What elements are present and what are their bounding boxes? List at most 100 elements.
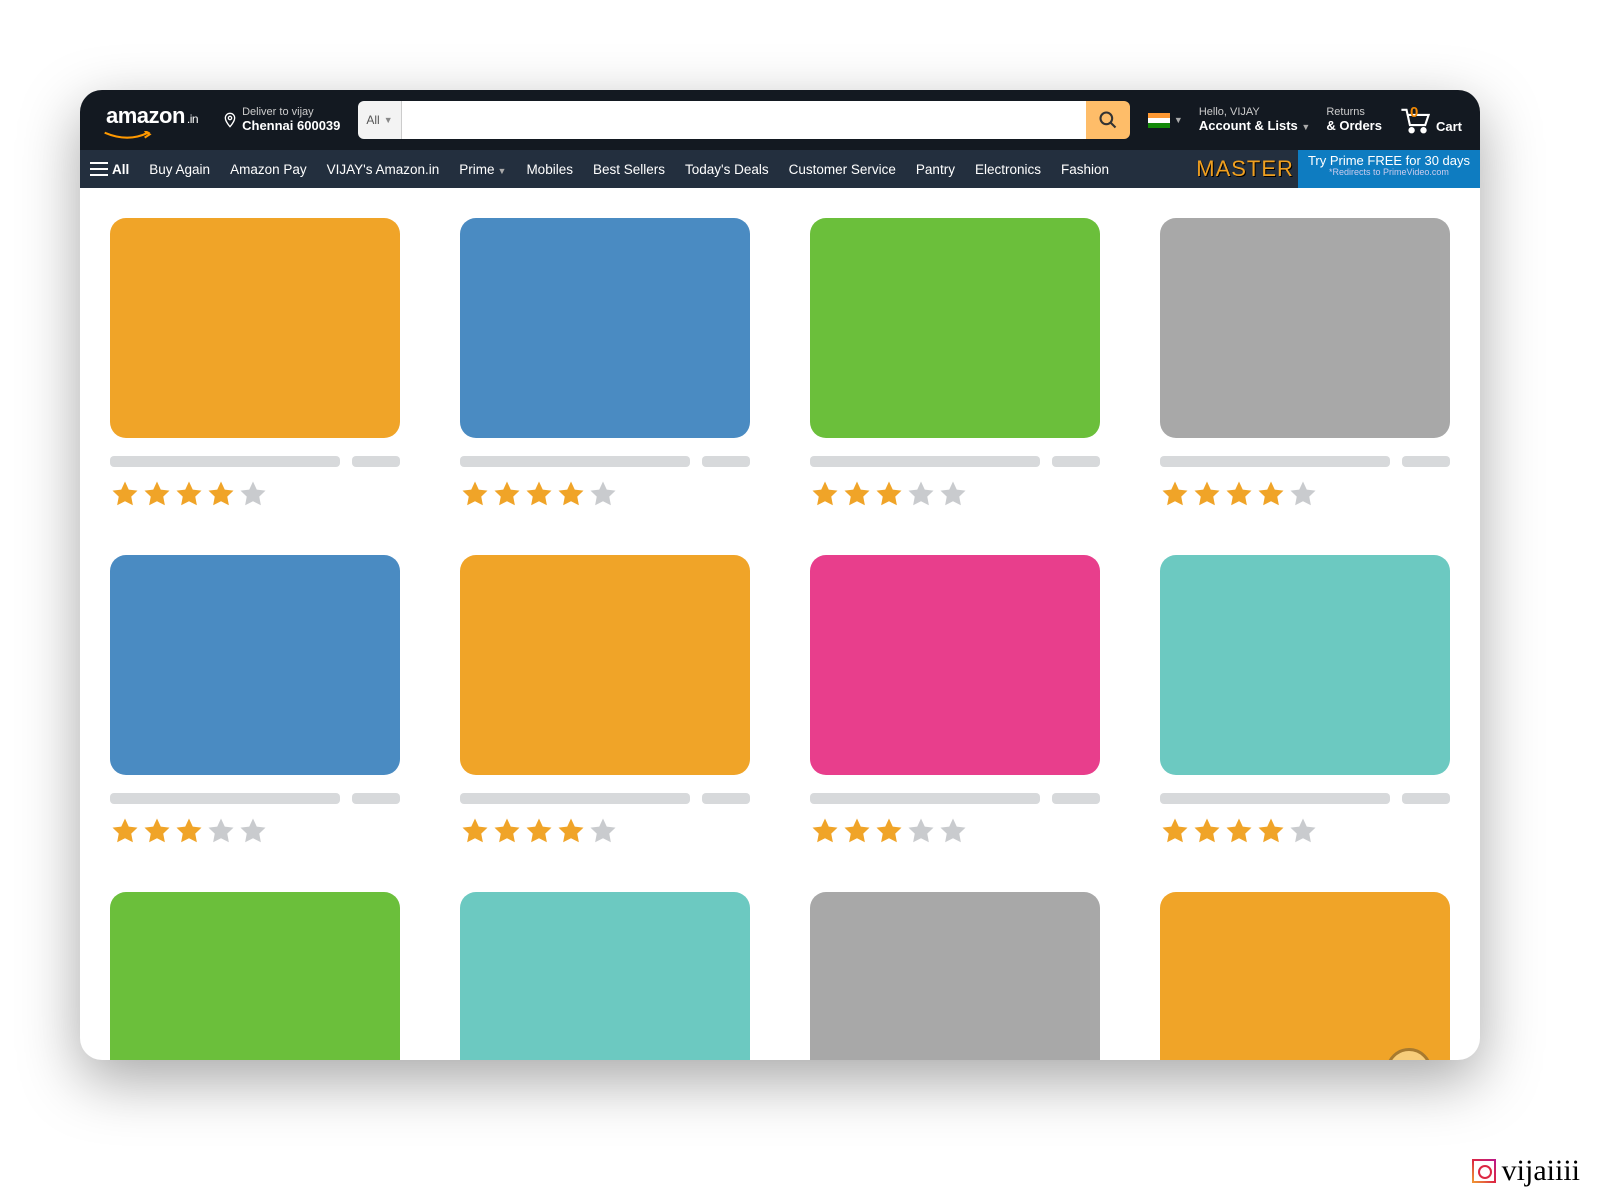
fab-button[interactable] xyxy=(1386,1048,1432,1060)
nav-item-pantry[interactable]: Pantry xyxy=(906,162,965,177)
star-icon xyxy=(588,479,618,509)
promo-master[interactable]: MASTER xyxy=(1196,156,1298,182)
returns-orders[interactable]: Returns & Orders xyxy=(1318,102,1390,138)
account-link-label: Account & Lists ▼ xyxy=(1199,119,1311,134)
chevron-down-icon: ▼ xyxy=(1174,115,1183,125)
nav-item-best-sellers[interactable]: Best Sellers xyxy=(583,162,675,177)
prime-banner[interactable]: Try Prime FREE for 30 days *Redirects to… xyxy=(1298,150,1480,188)
hamburger-icon xyxy=(90,162,108,176)
star-icon xyxy=(460,479,490,509)
cart-count: 0 xyxy=(1410,104,1418,121)
nav-all-label: All xyxy=(112,162,129,177)
product-thumbnail[interactable] xyxy=(110,555,400,775)
product-thumbnail[interactable] xyxy=(810,892,1100,1060)
skeleton-text xyxy=(460,793,750,804)
star-icon xyxy=(492,816,522,846)
nav-item-amazon-pay[interactable]: Amazon Pay xyxy=(220,162,317,177)
star-icon xyxy=(1256,816,1286,846)
product-thumbnail[interactable] xyxy=(460,218,750,438)
deliver-to[interactable]: Deliver to vijay Chennai 600039 xyxy=(214,102,348,138)
star-icon xyxy=(906,816,936,846)
rating-stars xyxy=(1160,816,1450,846)
product-card[interactable] xyxy=(110,892,400,1060)
nav-item-electronics[interactable]: Electronics xyxy=(965,162,1051,177)
product-thumbnail[interactable] xyxy=(810,555,1100,775)
skeleton-text xyxy=(460,456,750,467)
star-icon xyxy=(238,479,268,509)
star-icon xyxy=(110,479,140,509)
star-icon xyxy=(174,479,204,509)
nav-item-customer-service[interactable]: Customer Service xyxy=(779,162,906,177)
logo-text: amazon xyxy=(106,103,185,129)
logo-smile-icon xyxy=(98,131,158,141)
star-icon xyxy=(1224,816,1254,846)
location-pin-icon xyxy=(222,112,238,128)
nav-item-mobiles[interactable]: Mobiles xyxy=(516,162,583,177)
star-icon xyxy=(460,816,490,846)
watermark: vijaiiii xyxy=(1472,1154,1580,1188)
star-icon xyxy=(1288,816,1318,846)
search-category-dropdown[interactable]: All ▼ xyxy=(358,101,401,139)
product-card[interactable] xyxy=(1160,218,1450,509)
search-input[interactable] xyxy=(402,101,1086,139)
logo[interactable]: amazon .in xyxy=(90,95,214,145)
product-card[interactable] xyxy=(460,218,750,509)
product-card[interactable] xyxy=(110,218,400,509)
nav-item-buy-again[interactable]: Buy Again xyxy=(139,162,220,177)
product-thumbnail[interactable] xyxy=(810,218,1100,438)
nav-item-fashion[interactable]: Fashion xyxy=(1051,162,1119,177)
star-icon xyxy=(842,479,872,509)
product-card[interactable] xyxy=(110,555,400,846)
app-window: amazon .in Deliver to vijay Chennai 6000… xyxy=(80,90,1480,1060)
nav-bar: All Buy AgainAmazon PayVIJAY's Amazon.in… xyxy=(80,150,1480,188)
cart-button[interactable]: 0 Cart xyxy=(1390,102,1470,138)
star-icon xyxy=(238,816,268,846)
nav-item-prime[interactable]: Prime▼ xyxy=(449,162,516,177)
star-icon xyxy=(206,816,236,846)
product-card[interactable] xyxy=(810,555,1100,846)
account-menu[interactable]: Hello, VIJAY Account & Lists ▼ xyxy=(1191,102,1319,138)
skeleton-text xyxy=(110,456,400,467)
star-icon xyxy=(938,816,968,846)
star-icon xyxy=(142,816,172,846)
logo-suffix: .in xyxy=(187,112,198,126)
search-bar: All ▼ xyxy=(358,101,1130,139)
rating-stars xyxy=(1160,479,1450,509)
nav-item-vijay-s-amazon-in[interactable]: VIJAY's Amazon.in xyxy=(317,162,450,177)
search-icon xyxy=(1098,110,1118,130)
chevron-down-icon: ▼ xyxy=(498,166,507,176)
star-icon xyxy=(556,479,586,509)
search-button[interactable] xyxy=(1086,101,1130,139)
nav-all-menu[interactable]: All xyxy=(80,162,139,177)
instagram-icon xyxy=(1472,1159,1496,1183)
product-card[interactable] xyxy=(1160,555,1450,846)
deliver-line1: Deliver to vijay xyxy=(242,106,340,119)
star-icon xyxy=(1256,479,1286,509)
product-card[interactable] xyxy=(460,555,750,846)
prime-line1: Try Prime FREE for 30 days xyxy=(1308,154,1470,168)
star-icon xyxy=(206,479,236,509)
product-card[interactable] xyxy=(460,892,750,1060)
product-thumbnail[interactable] xyxy=(460,555,750,775)
product-card[interactable] xyxy=(810,218,1100,509)
product-thumbnail[interactable] xyxy=(110,218,400,438)
deliver-line2: Chennai 600039 xyxy=(242,119,340,134)
watermark-text: vijaiiii xyxy=(1502,1154,1580,1188)
product-thumbnail[interactable] xyxy=(1160,218,1450,438)
star-icon xyxy=(556,816,586,846)
skeleton-text xyxy=(1160,456,1450,467)
product-thumbnail[interactable] xyxy=(110,892,400,1060)
product-thumbnail[interactable] xyxy=(460,892,750,1060)
product-thumbnail[interactable] xyxy=(1160,555,1450,775)
language-selector[interactable]: ▼ xyxy=(1140,113,1191,128)
product-card[interactable] xyxy=(1160,892,1450,1060)
skeleton-text xyxy=(810,793,1100,804)
returns-line1: Returns xyxy=(1326,106,1382,119)
nav-item-today-s-deals[interactable]: Today's Deals xyxy=(675,162,779,177)
star-icon xyxy=(1288,479,1318,509)
skeleton-text xyxy=(1160,793,1450,804)
star-icon xyxy=(110,816,140,846)
cart-label: Cart xyxy=(1436,119,1462,134)
product-card[interactable] xyxy=(810,892,1100,1060)
product-thumbnail[interactable] xyxy=(1160,892,1450,1060)
